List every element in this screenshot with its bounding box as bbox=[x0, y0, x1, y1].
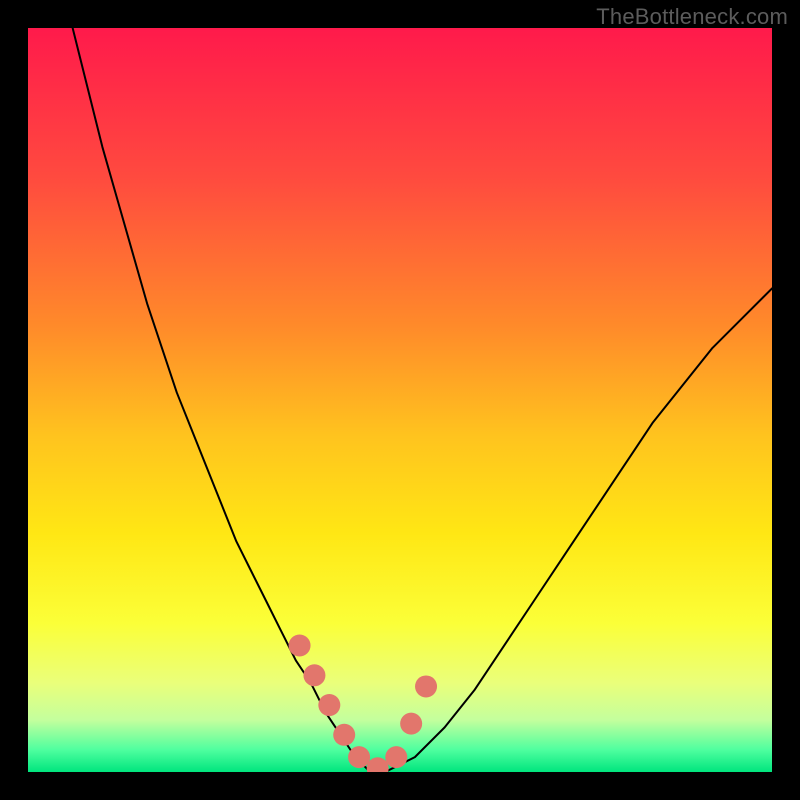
chart-background bbox=[28, 28, 772, 772]
highlight-dot bbox=[303, 664, 325, 686]
watermark-text: TheBottleneck.com bbox=[596, 4, 788, 30]
highlight-dot bbox=[318, 694, 340, 716]
highlight-dot bbox=[415, 675, 437, 697]
highlight-dot bbox=[385, 746, 407, 768]
highlight-dot bbox=[400, 713, 422, 735]
highlight-dot bbox=[333, 724, 355, 746]
highlight-dot bbox=[289, 635, 311, 657]
chart-frame: TheBottleneck.com bbox=[0, 0, 800, 800]
highlight-dot bbox=[348, 746, 370, 768]
bottleneck-chart bbox=[28, 28, 772, 772]
